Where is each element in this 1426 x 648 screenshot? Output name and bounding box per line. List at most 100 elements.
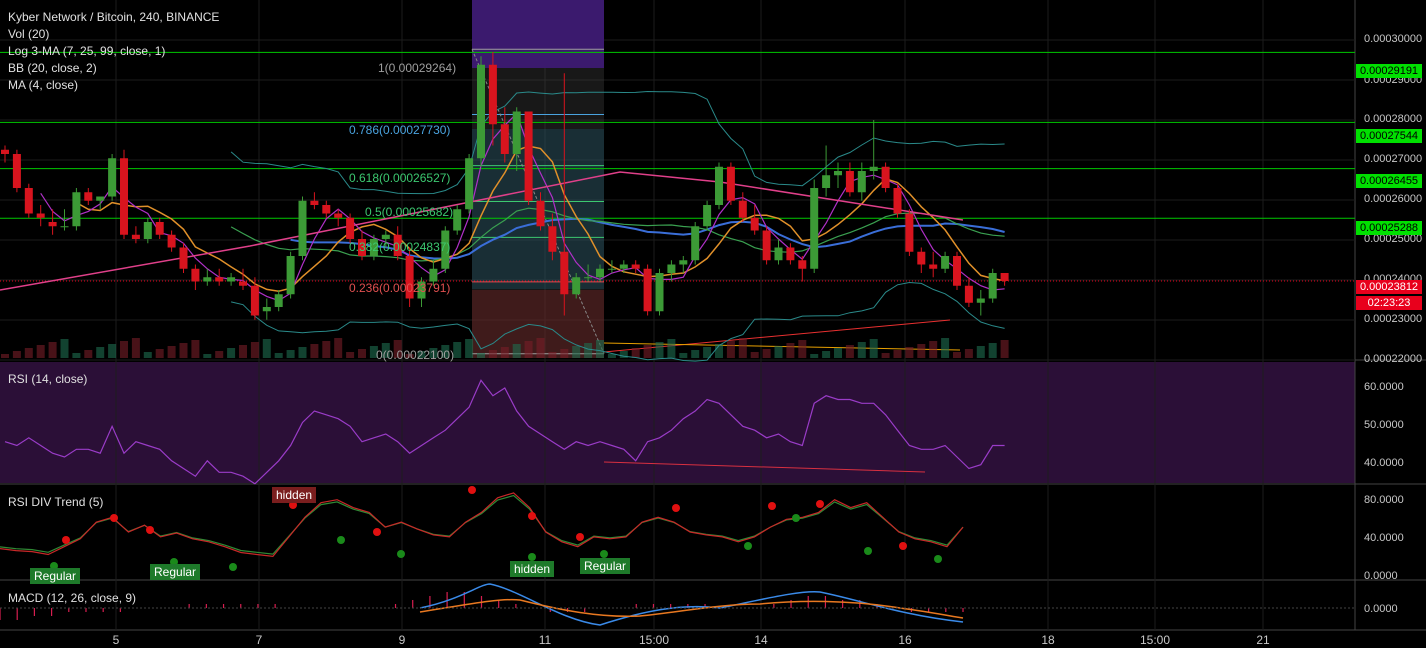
divergence-dot	[792, 514, 800, 522]
volume-bar	[453, 342, 462, 358]
volume-bar	[322, 341, 331, 358]
divergence-badge: Regular	[30, 568, 81, 584]
volume-bar	[643, 345, 652, 358]
volume-bar	[524, 341, 533, 358]
candle-body	[1, 149, 9, 154]
candle-body	[917, 251, 926, 265]
volume-bar	[310, 344, 319, 358]
candle-body	[239, 281, 247, 286]
candle-body	[584, 277, 593, 279]
volume-bar	[131, 338, 140, 358]
price-axis-label: 0.00022000	[1364, 353, 1423, 365]
divergence-dot	[397, 550, 405, 558]
divergence-dot	[337, 536, 345, 544]
volume-bar	[215, 351, 224, 358]
volume-bar	[250, 342, 259, 358]
candle-body	[596, 268, 604, 278]
fib-label: 0.236(0.00023791)	[349, 281, 451, 295]
candle-body	[215, 277, 224, 282]
volume-bar	[227, 348, 236, 358]
candle-body	[262, 307, 271, 312]
volume-bar	[155, 349, 164, 358]
volume-bar	[203, 354, 212, 358]
volume-bar	[810, 354, 819, 358]
volume-bar	[108, 344, 117, 358]
volume-bar	[834, 348, 842, 358]
price-chart[interactable]	[0, 0, 1426, 648]
candle-body	[524, 111, 533, 201]
volume-bar	[798, 340, 807, 358]
volume-bar	[822, 351, 831, 358]
volume-bar	[358, 349, 366, 358]
price-axis-label: 0.00023000	[1364, 313, 1423, 325]
macd-pane-title[interactable]: MACD (12, 26, close, 9)	[8, 591, 136, 605]
candle-body	[167, 234, 176, 248]
rsi-div-pane-title[interactable]: RSI DIV Trend (5)	[8, 495, 103, 509]
volume-bar	[881, 353, 890, 358]
candle-body	[108, 158, 117, 197]
volume-bar	[488, 350, 497, 358]
volume-bar	[500, 347, 509, 358]
indicator-bb[interactable]: BB (20, close, 2)	[8, 61, 97, 75]
volume-bar	[12, 351, 21, 358]
candle-body	[250, 285, 259, 316]
candle-body	[1000, 273, 1009, 281]
divergence-dot	[816, 500, 824, 508]
rsi-div-axis-label: 80.0000	[1364, 494, 1404, 506]
fib-label: 1(0.00029264)	[378, 61, 457, 75]
volume-bar	[691, 350, 700, 358]
volume-bar	[84, 350, 93, 358]
volume-bar	[120, 341, 128, 358]
candle-body	[929, 264, 938, 269]
divergence-dot	[576, 533, 584, 541]
candle-body	[560, 251, 569, 295]
candle-body	[120, 158, 128, 235]
date-label: 15:00	[1139, 633, 1171, 647]
candle-body	[643, 268, 652, 312]
volume-bar	[548, 352, 557, 358]
volume-bar	[726, 341, 735, 358]
date-label: 16	[898, 633, 912, 647]
indicator-ma4[interactable]: MA (4, close)	[8, 78, 78, 92]
divergence-dot	[899, 542, 907, 550]
candle-body	[131, 234, 140, 239]
volume-bar	[60, 339, 69, 358]
candle-body	[953, 256, 961, 286]
candle-body	[429, 268, 438, 282]
divergence-dot	[146, 526, 154, 534]
candle-body	[786, 247, 795, 261]
volume-bar	[917, 344, 926, 358]
volume-bar	[596, 340, 604, 358]
rsi-axis-label: 60.0000	[1364, 381, 1404, 393]
volume-bar	[96, 347, 105, 358]
price-axis-label: 0.00028000	[1364, 113, 1423, 125]
volume-bar	[857, 342, 866, 358]
candle-body	[845, 171, 854, 193]
price-tag: 0.00027544	[1356, 129, 1422, 143]
divergence-dot	[62, 536, 70, 544]
fib-label: 0.786(0.00027730)	[349, 123, 451, 137]
volume-bar	[477, 353, 485, 358]
rsi-band	[0, 362, 1355, 483]
volume-bar	[976, 346, 985, 358]
macd-axis-label: 0.0000	[1364, 603, 1398, 615]
volume-bar	[298, 347, 307, 358]
divergence-dot	[744, 542, 752, 550]
volume-bar	[274, 353, 283, 358]
candle-body	[750, 217, 759, 231]
indicator-vol[interactable]: Vol (20)	[8, 27, 49, 41]
volume-bar	[560, 349, 569, 358]
date-label: 18	[1041, 633, 1055, 647]
rsi-pane-title[interactable]: RSI (14, close)	[8, 372, 87, 386]
date-label: 15:00	[638, 633, 670, 647]
indicator-ma[interactable]: Log 3-MA (7, 25, 99, close, 1)	[8, 44, 165, 58]
volume-bar	[964, 349, 973, 358]
candle-body	[536, 200, 545, 227]
price-axis-label: 0.00027000	[1364, 153, 1423, 165]
date-label: 14	[754, 633, 768, 647]
candle-body	[381, 234, 390, 239]
candle-body	[667, 264, 676, 273]
price-tag: 0.00026455	[1356, 174, 1422, 188]
divergence-badge: Regular	[580, 558, 631, 574]
volume-bar	[941, 338, 950, 358]
